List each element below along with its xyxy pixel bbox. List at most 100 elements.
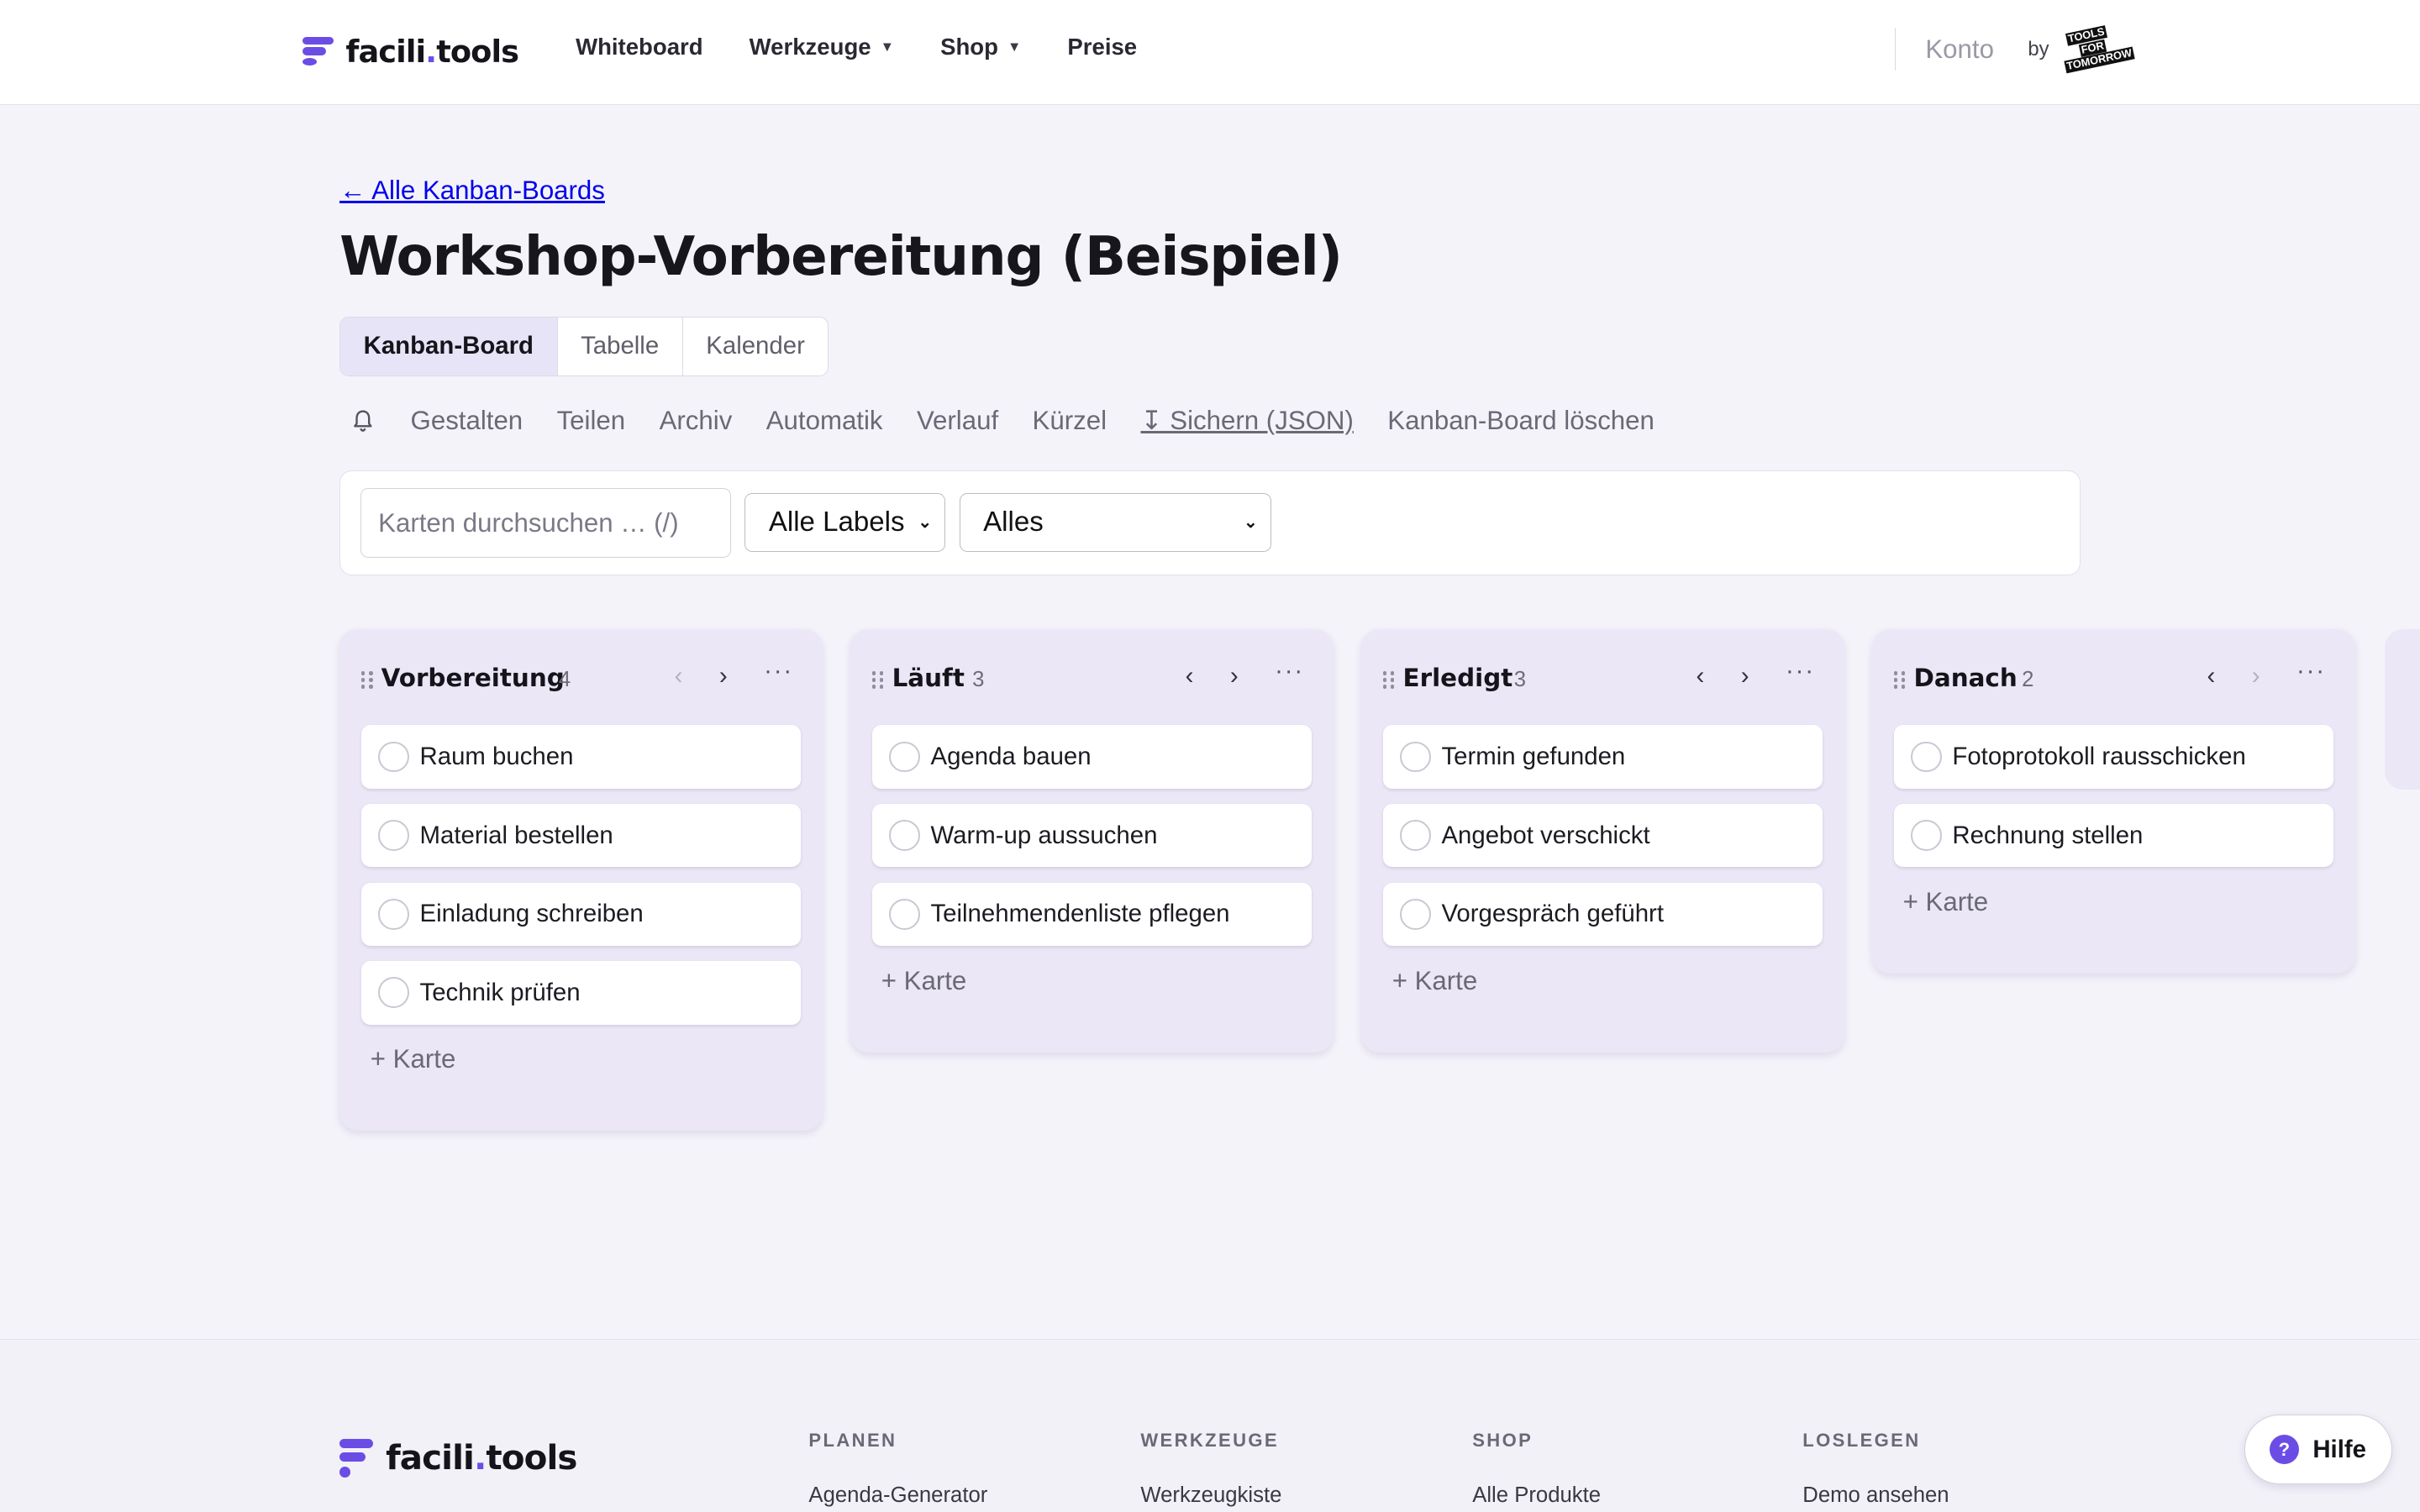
action-export-json[interactable]: ↧ Sichern (JSON) — [1140, 406, 1353, 436]
card-checkbox[interactable] — [1399, 741, 1431, 773]
column-vorbereitung: Vorbereitung 4 ‹ › ··· Raum buchen Mater… — [339, 629, 823, 1131]
card[interactable]: Termin gefunden — [1382, 725, 1823, 789]
card[interactable]: Fotoprotokoll rausschicken — [1893, 725, 2334, 789]
card[interactable]: Rechnung stellen — [1893, 803, 2334, 868]
column-title[interactable]: Vorbereitung — [381, 664, 565, 692]
brand-wordmark: facili.tools — [345, 34, 519, 71]
card[interactable]: Technik prüfen — [360, 961, 802, 1025]
move-left-icon[interactable]: ‹ — [675, 662, 683, 690]
action-gestalten[interactable]: Gestalten — [411, 406, 523, 436]
card-title: Raum buchen — [419, 742, 574, 770]
card[interactable]: Agenda bauen — [871, 725, 1313, 789]
card[interactable]: Warm-up aussuchen — [871, 803, 1313, 868]
account-link[interactable]: Konto — [1925, 34, 1994, 65]
add-card-button[interactable]: + Karte — [1392, 966, 1844, 1016]
view-tabs: Kanban-Board Tabelle Kalender — [339, 316, 829, 377]
tools-for-tomorrow-logo[interactable]: TOOLS FOR TOMORROW — [2061, 24, 2135, 74]
card[interactable]: Teilnehmendenliste pflegen — [871, 882, 1313, 946]
card-checkbox[interactable] — [377, 898, 409, 930]
action-teilen[interactable]: Teilen — [557, 406, 626, 436]
footer-link[interactable]: Demo ansehen — [1802, 1483, 1949, 1508]
drag-handle-icon[interactable] — [360, 670, 376, 690]
card-checkbox[interactable] — [1399, 898, 1431, 930]
footer-link[interactable]: Agenda-Generator — [808, 1483, 987, 1508]
card[interactable]: Angebot verschickt — [1382, 803, 1823, 868]
card[interactable]: Einladung schreiben — [360, 882, 802, 946]
card-title: Termin gefunden — [1441, 742, 1626, 770]
column-card-count: 3 — [1513, 668, 1527, 692]
card-checkbox[interactable] — [1399, 820, 1431, 851]
footer-column-loslegen: LOSLEGEN Demo ansehen — [1802, 1430, 1949, 1509]
action-kuerzel[interactable]: Kürzel — [1033, 406, 1107, 436]
card-checkbox[interactable] — [888, 898, 920, 930]
footer-heading: LOSLEGEN — [1802, 1429, 1921, 1451]
help-icon: ? — [2269, 1435, 2299, 1465]
column-title[interactable]: Danach — [1913, 664, 2017, 692]
help-button[interactable]: ? Hilfe — [2244, 1415, 2392, 1484]
footer-column-planen: PLANEN Agenda-Generator — [808, 1430, 987, 1509]
drag-handle-icon[interactable] — [1893, 670, 1908, 690]
tab-kanban-board[interactable]: Kanban-Board — [340, 317, 558, 376]
add-column-stub[interactable] — [2384, 629, 2420, 790]
column-title[interactable]: Erledigt — [1403, 664, 1513, 692]
card-checkbox[interactable] — [377, 977, 409, 1009]
board-toolbar: Gestalten Teilen Archiv Automatik Verlau… — [352, 406, 1689, 436]
column-menu-icon[interactable]: ··· — [1275, 657, 1304, 685]
label-filter-select[interactable]: Alle Labels ⌄ — [744, 492, 946, 552]
card[interactable]: Raum buchen — [360, 725, 802, 789]
nav-item-whiteboard[interactable]: Whiteboard — [576, 34, 703, 60]
logo-mark-icon — [302, 35, 334, 69]
move-left-icon[interactable]: ‹ — [1697, 662, 1705, 690]
help-label: Hilfe — [2312, 1435, 2366, 1463]
by-label: by — [2028, 37, 2049, 60]
back-to-boards-link[interactable]: ← Alle Kanban-Boards — [339, 176, 605, 206]
move-right-icon[interactable]: › — [2252, 662, 2260, 690]
action-archiv[interactable]: Archiv — [660, 406, 733, 436]
card-title: Material bestellen — [419, 821, 613, 849]
nav-item-shop[interactable]: Shop ▼ — [940, 34, 1021, 60]
action-verlauf[interactable]: Verlauf — [917, 406, 998, 436]
add-card-button[interactable]: + Karte — [371, 1044, 823, 1094]
footer-link[interactable]: Alle Produkte — [1472, 1483, 1601, 1508]
drag-handle-icon[interactable] — [871, 670, 886, 690]
nav-item-label: Werkzeuge — [749, 34, 871, 60]
bell-icon[interactable] — [352, 408, 374, 433]
card[interactable]: Vorgespräch geführt — [1382, 882, 1823, 946]
move-right-icon[interactable]: › — [1741, 662, 1749, 690]
nav-item-label: Shop — [940, 34, 998, 60]
column-laeuft: Läuft 3 ‹ › ··· Agenda bauen Warm-up aus… — [850, 629, 1334, 1053]
add-card-button[interactable]: + Karte — [1903, 887, 2355, 937]
nav-item-label: Preise — [1067, 34, 1138, 60]
tab-tabelle[interactable]: Tabelle — [558, 317, 683, 376]
move-left-icon[interactable]: ‹ — [1186, 662, 1194, 690]
card-checkbox[interactable] — [888, 820, 920, 851]
card-checkbox[interactable] — [1910, 820, 1942, 851]
card-search-input[interactable] — [360, 488, 731, 559]
column-menu-icon[interactable]: ··· — [2296, 657, 2326, 685]
move-left-icon[interactable]: ‹ — [2207, 662, 2215, 690]
add-card-button[interactable]: + Karte — [881, 966, 1334, 1016]
card-checkbox[interactable] — [888, 741, 920, 773]
card-checkbox[interactable] — [377, 820, 409, 851]
move-right-icon[interactable]: › — [1230, 662, 1239, 690]
column-menu-icon[interactable]: ··· — [764, 657, 793, 685]
column-menu-icon[interactable]: ··· — [1786, 657, 1815, 685]
card[interactable]: Material bestellen — [360, 803, 802, 868]
tab-kalender[interactable]: Kalender — [683, 318, 829, 376]
move-right-icon[interactable]: › — [719, 662, 728, 690]
card-checkbox[interactable] — [1910, 741, 1942, 773]
nav-item-preise[interactable]: Preise — [1067, 34, 1137, 60]
nav-item-werkzeuge[interactable]: Werkzeuge ▼ — [750, 34, 894, 60]
card-title: Warm-up aussuchen — [930, 821, 1158, 849]
action-automatik[interactable]: Automatik — [766, 406, 883, 436]
column-card-count: 3 — [972, 668, 985, 692]
column-title[interactable]: Läuft — [892, 664, 965, 692]
caret-down-icon: ▼ — [880, 39, 894, 55]
drag-handle-icon[interactable] — [1382, 670, 1397, 690]
status-filter-select[interactable]: Alles ⌄ — [959, 492, 1271, 552]
card-checkbox[interactable] — [377, 741, 409, 773]
footer-link[interactable]: Werkzeugkiste — [1140, 1483, 1281, 1508]
footer-brand-logo[interactable]: facili.tools — [339, 1437, 577, 1478]
action-delete-board[interactable]: Kanban-Board löschen — [1387, 406, 1655, 436]
brand-logo[interactable]: facili.tools — [302, 34, 519, 71]
